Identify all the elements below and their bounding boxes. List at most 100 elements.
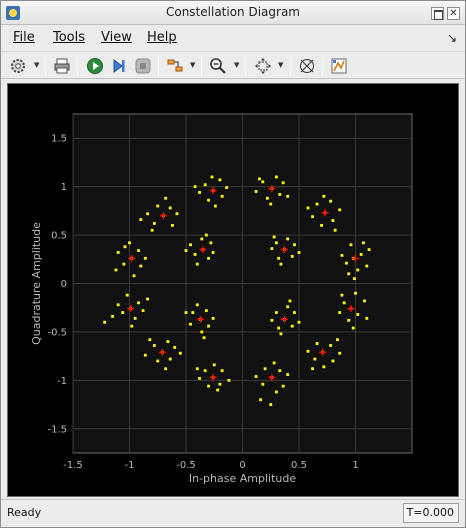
received-symbol-point xyxy=(164,367,168,371)
received-symbol-point xyxy=(331,359,335,363)
highlight-simulink-icon[interactable] xyxy=(164,55,186,77)
received-symbol-point xyxy=(365,264,369,268)
received-symbol-point xyxy=(220,194,224,198)
received-symbol-point xyxy=(315,342,319,345)
y-tick-label: -1.5 xyxy=(47,424,67,435)
settings-gear-icon[interactable] xyxy=(7,55,29,77)
received-symbol-point xyxy=(152,222,156,225)
menu-file-label: File xyxy=(13,30,35,45)
received-symbol-point xyxy=(207,198,210,202)
measurements-icon[interactable] xyxy=(328,55,350,77)
x-tick-label: 1 xyxy=(352,460,358,471)
menu-view[interactable]: View xyxy=(101,30,132,45)
received-symbol-point xyxy=(137,249,140,252)
received-symbol-point xyxy=(277,256,281,260)
received-symbol-point xyxy=(143,256,147,260)
received-symbol-point xyxy=(313,357,317,361)
received-symbol-point xyxy=(203,369,207,373)
received-symbol-point xyxy=(356,313,360,316)
received-symbol-point xyxy=(281,181,285,185)
received-symbol-point xyxy=(150,228,154,232)
maximize-button[interactable] xyxy=(431,7,444,20)
zoom-icon[interactable] xyxy=(207,55,229,77)
received-symbol-point xyxy=(146,212,149,216)
toolbar-separator xyxy=(201,56,202,76)
received-symbol-point xyxy=(139,264,143,268)
status-bar: Ready T=0.000 xyxy=(1,499,465,527)
step-forward-icon[interactable] xyxy=(108,55,130,77)
stop-icon[interactable] xyxy=(132,55,154,77)
toolbar: ▼ ▼ ▼ ▼ xyxy=(1,51,465,79)
received-symbol-point xyxy=(156,204,160,208)
received-symbol-point xyxy=(311,367,314,371)
received-symbol-point xyxy=(218,178,222,182)
received-symbol-point xyxy=(207,324,210,328)
toolbar-separator xyxy=(322,56,323,76)
status-text: Ready xyxy=(7,506,42,519)
received-symbol-point xyxy=(277,326,281,330)
highlight-dropdown-arrow-icon[interactable]: ▼ xyxy=(190,61,195,69)
received-symbol-point xyxy=(213,204,217,208)
dock-arrow-icon[interactable]: ↘ xyxy=(447,31,457,45)
received-symbol-point xyxy=(146,297,149,301)
print-icon[interactable] xyxy=(51,55,73,77)
zoom-dropdown-arrow-icon[interactable]: ▼ xyxy=(234,61,239,69)
received-symbol-point xyxy=(269,202,273,206)
received-symbol-point xyxy=(261,382,265,386)
received-symbol-point xyxy=(122,262,126,266)
scale-axes-icon[interactable] xyxy=(252,55,274,77)
received-symbol-point xyxy=(340,293,344,297)
received-symbol-point xyxy=(204,233,208,237)
close-button[interactable]: ✕ xyxy=(447,7,460,20)
received-symbol-point xyxy=(297,251,301,254)
y-tick-label: -1 xyxy=(57,376,67,387)
y-tick-label: 0.5 xyxy=(51,231,67,242)
x-tick-label: 0 xyxy=(239,460,245,471)
scale-dropdown-arrow-icon[interactable]: ▼ xyxy=(278,61,283,69)
received-symbol-point xyxy=(220,369,224,373)
received-symbol-point xyxy=(207,256,210,260)
constellation-chart[interactable]: -1.5 -1 -0.5 0 0.5 1 -1.5 -1 -0.5 0 0.5 1 1.5 In-phas… xyxy=(8,84,458,496)
received-symbol-point xyxy=(204,309,208,313)
received-symbol-point xyxy=(331,219,335,222)
received-symbol-point xyxy=(143,353,147,357)
received-symbol-point xyxy=(329,199,333,203)
reference-constellation-icon[interactable] xyxy=(296,55,318,77)
received-symbol-point xyxy=(322,365,326,369)
received-symbol-point xyxy=(254,375,258,378)
received-symbol-point xyxy=(133,316,137,320)
received-symbol-point xyxy=(362,241,365,245)
received-symbol-point xyxy=(200,237,204,241)
received-symbol-point xyxy=(202,336,206,340)
received-symbol-point xyxy=(349,243,353,247)
received-symbol-point xyxy=(168,357,172,361)
received-symbol-point xyxy=(258,177,261,181)
received-symbol-point xyxy=(116,303,120,307)
received-symbol-point xyxy=(200,330,204,334)
menu-file[interactable]: File xyxy=(13,30,35,45)
received-symbol-point xyxy=(272,235,276,239)
menu-tools-label: Tools xyxy=(53,30,86,45)
x-tick-label: -1 xyxy=(125,460,135,471)
received-symbol-point xyxy=(275,390,278,394)
menu-help[interactable]: Help xyxy=(147,30,177,45)
received-symbol-point xyxy=(263,367,267,371)
received-symbol-point xyxy=(111,315,114,318)
window-title: Constellation Diagram xyxy=(165,5,300,19)
received-symbol-point xyxy=(315,202,319,206)
received-symbol-point xyxy=(365,316,369,320)
x-tick-label: -1.5 xyxy=(63,460,83,471)
received-symbol-point xyxy=(281,384,285,388)
received-symbol-point xyxy=(195,303,199,307)
received-symbol-point xyxy=(178,351,182,355)
received-symbol-point xyxy=(175,212,179,216)
run-icon[interactable] xyxy=(84,55,106,77)
menu-tools[interactable]: Tools xyxy=(53,30,85,45)
received-symbol-point xyxy=(123,245,127,249)
received-symbol-point xyxy=(338,351,342,355)
received-symbol-point xyxy=(272,361,276,365)
received-symbol-point xyxy=(152,344,156,347)
received-symbol-point xyxy=(116,251,120,254)
received-symbol-point xyxy=(132,274,136,278)
settings-dropdown-arrow-icon[interactable]: ▼ xyxy=(34,61,39,69)
